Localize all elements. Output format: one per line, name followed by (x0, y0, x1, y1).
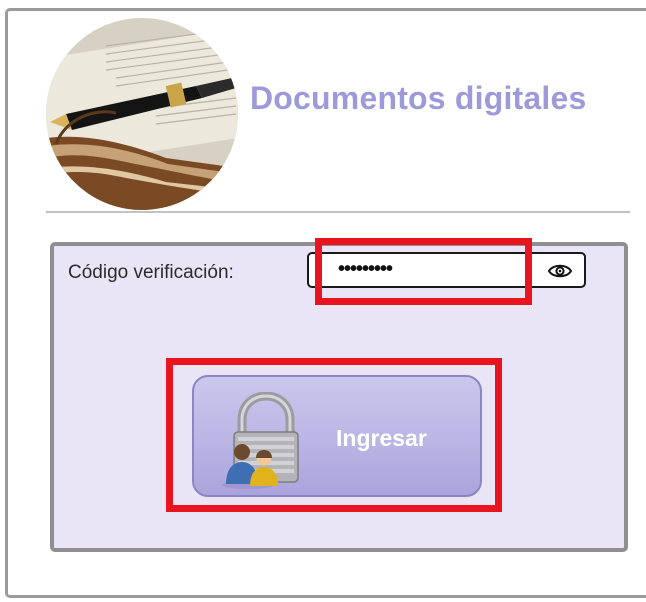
highlight-box-code-input (315, 238, 532, 305)
eye-icon[interactable] (547, 262, 573, 280)
highlight-box-login-button (166, 358, 502, 512)
header-divider (46, 211, 630, 213)
verification-code-label: Código verificación: (68, 262, 234, 283)
login-page: Documentos digitales Código verificación… (0, 0, 646, 602)
page-title: Documentos digitales (250, 80, 587, 116)
book-pen-logo (46, 18, 238, 210)
